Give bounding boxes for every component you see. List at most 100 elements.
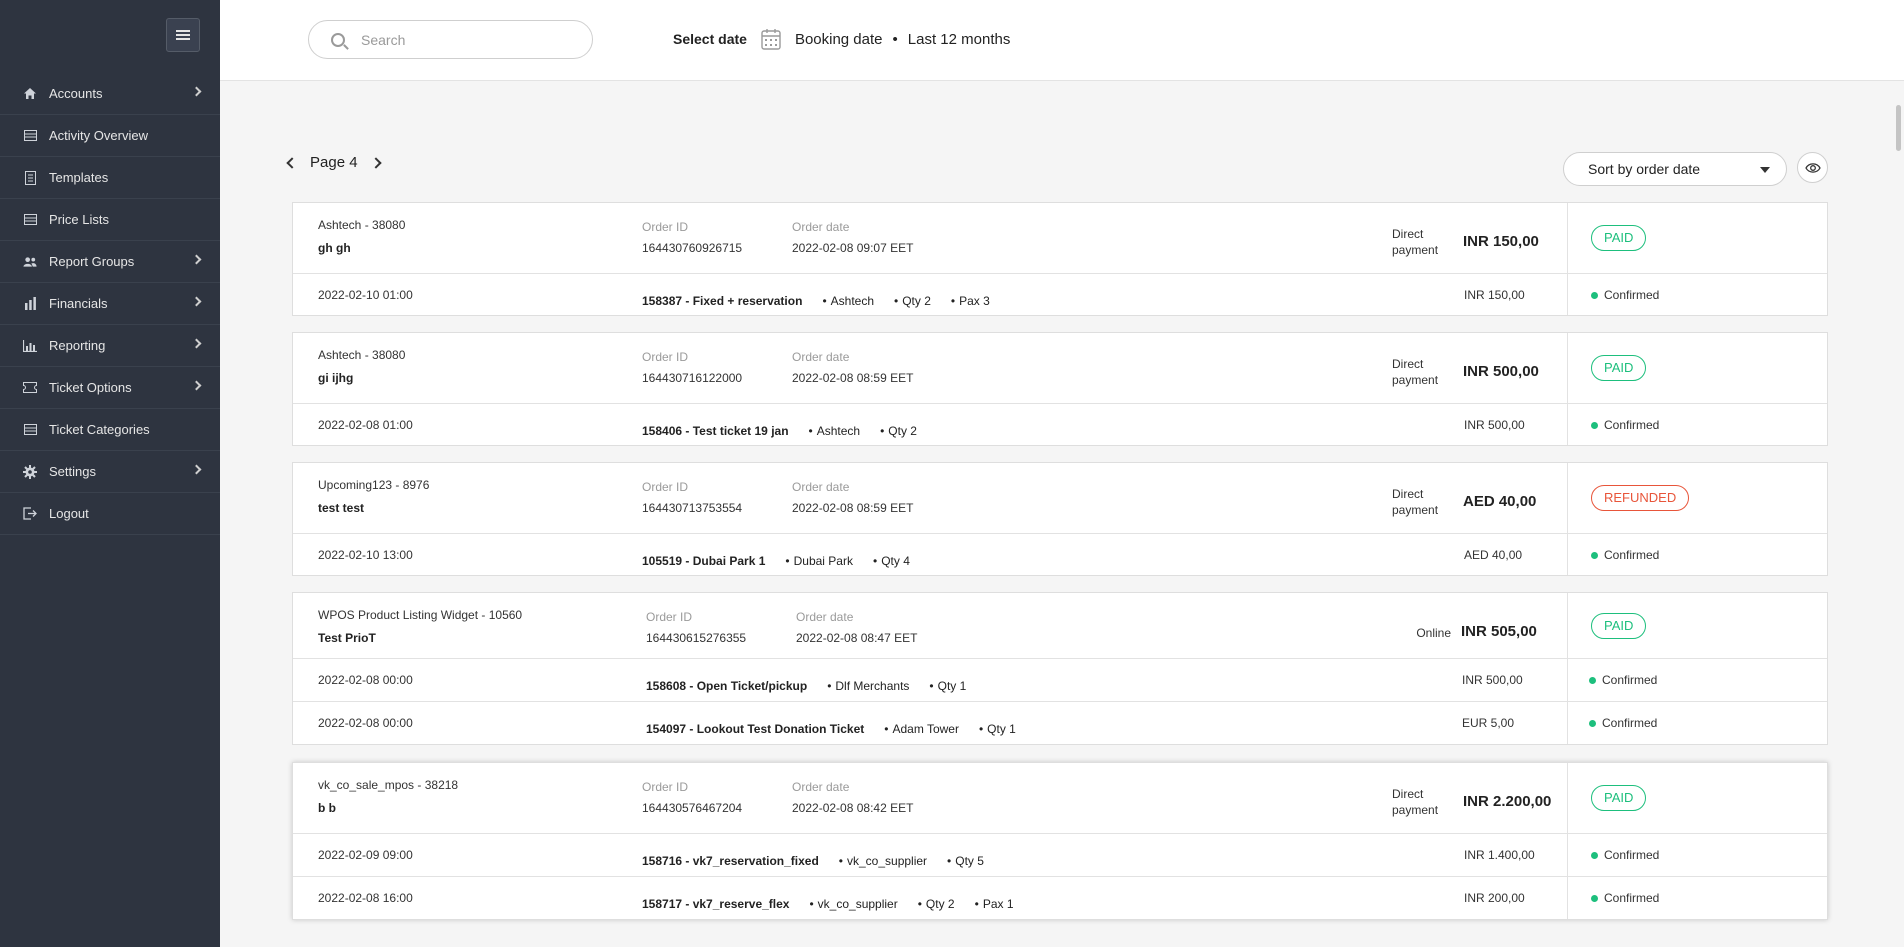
- account-name: Ashtech - 38080: [318, 348, 406, 362]
- order-line: 2022-02-09 09:00 158716 - vk7_reservation…: [293, 833, 1827, 876]
- status-dot: [1591, 421, 1598, 429]
- order-card[interactable]: Upcoming123 - 8976 test test Order ID 16443…: [292, 462, 1828, 576]
- search-input[interactable]: [361, 31, 561, 48]
- order-total: AED 40,00: [1463, 493, 1537, 510]
- order-card[interactable]: WPOS Product Listing Widget - 10560 Test …: [292, 592, 1828, 745]
- line-meta: Qty 1: [979, 722, 1016, 736]
- account-name: vk_co_sale_mpos - 38218: [318, 778, 459, 792]
- column-divider: [1567, 659, 1568, 701]
- product-name: 154097 - Lookout Test Donation Ticket: [646, 722, 865, 736]
- order-card[interactable]: vk_co_sale_mpos - 38218 b b Order ID 164430…: [292, 762, 1828, 920]
- line-product: 105519 - Dubai Park 1 Dubai Park Qty 4: [642, 554, 910, 568]
- sidebar-item-label: Ticket Options: [49, 380, 132, 395]
- line-product: 158717 - vk7_reserve_flex vk_co_supplier Q…: [642, 897, 1014, 911]
- chevron-right-icon: [191, 464, 202, 475]
- order-id: 164430760926715: [642, 241, 743, 255]
- status-label: Confirmed: [1604, 288, 1660, 302]
- sidebar-item-label: Ticket Categories: [49, 422, 150, 437]
- status-badge: PAID: [1591, 613, 1647, 639]
- search-icon: [331, 32, 345, 47]
- status-dot: [1591, 894, 1598, 902]
- topbar: Select date Booking date • Last 12 month…: [220, 0, 1904, 81]
- column-divider: [1567, 877, 1568, 919]
- eye-icon: [1804, 162, 1821, 173]
- column-divider: [1567, 593, 1568, 658]
- chevron-right-icon: [191, 254, 202, 265]
- order-date: 2022-02-08 08:42 EET: [792, 801, 914, 815]
- status-label: Confirmed: [1602, 673, 1658, 687]
- order-header: Ashtech - 38080 gi ijhg Order ID 1644307161…: [293, 333, 1827, 403]
- order-line: 2022-02-10 01:00 158387 - Fixed + reserva…: [293, 273, 1827, 315]
- sidebar-item-templates[interactable]: Templates: [0, 157, 220, 199]
- line-meta: Ashtech: [822, 294, 874, 308]
- status-label: Confirmed: [1604, 418, 1660, 432]
- line-amount: AED 40,00: [1464, 548, 1523, 562]
- sidebar-item-settings[interactable]: Settings: [0, 451, 220, 493]
- order-id: 164430615276355: [646, 631, 747, 645]
- order-card[interactable]: Ashtech - 38080 gh gh Order ID 164430760926…: [292, 202, 1828, 316]
- sidebar-item-reporting[interactable]: Reporting: [0, 325, 220, 367]
- hamburger-icon: [176, 30, 190, 40]
- sidebar-nav: Accounts Activity Overview Templates Price …: [0, 73, 220, 535]
- sidebar-item-label: Price Lists: [49, 212, 109, 227]
- order-card[interactable]: Ashtech - 38080 gi ijhg Order ID 1644307161…: [292, 332, 1828, 446]
- pagination: Page 4: [286, 154, 382, 171]
- line-product: 158716 - vk7_reservation_fixed vk_co_supp…: [642, 854, 984, 868]
- sidebar-item-price-lists[interactable]: Price Lists: [0, 199, 220, 241]
- sidebar-item-financials[interactable]: Financials: [0, 283, 220, 325]
- order-date-label: Order date: [796, 610, 854, 624]
- status-label: Confirmed: [1604, 548, 1660, 562]
- payment-method: Direct payment: [1392, 357, 1439, 387]
- sidebar-item-ticket-categories[interactable]: Ticket Categories: [0, 409, 220, 451]
- line-status: Confirmed: [1591, 848, 1659, 862]
- chevron-right-icon: [191, 338, 202, 349]
- order-id: 164430716122000: [642, 371, 743, 385]
- column-divider: [1567, 463, 1568, 533]
- line-status: Confirmed: [1591, 548, 1659, 562]
- sidebar-item-ticket-options[interactable]: Ticket Options: [0, 367, 220, 409]
- order-total: INR 150,00: [1463, 233, 1539, 250]
- search-box[interactable]: [308, 20, 593, 59]
- line-status: Confirmed: [1591, 891, 1659, 905]
- home-icon: [23, 87, 37, 101]
- sidebar-item-accounts[interactable]: Accounts: [0, 73, 220, 115]
- customer-name: gh gh: [318, 241, 351, 255]
- line-date: 2022-02-10 01:00: [318, 288, 413, 302]
- line-meta: Qty 5: [947, 854, 984, 868]
- line-date: 2022-02-09 09:00: [318, 848, 413, 862]
- order-line: 2022-02-08 00:00 154097 - Lookout Test Do…: [293, 701, 1827, 744]
- sidebar-item-activity-overview[interactable]: Activity Overview: [0, 115, 220, 157]
- next-page-icon[interactable]: [369, 156, 382, 169]
- scrollbar-thumb[interactable]: [1896, 105, 1901, 151]
- status-dot: [1591, 551, 1598, 559]
- order-header: WPOS Product Listing Widget - 10560 Test …: [293, 593, 1827, 658]
- sidebar-item-report-groups[interactable]: Report Groups: [0, 241, 220, 283]
- line-product: 158387 - Fixed + reservation Ashtech Qty 2…: [642, 294, 990, 308]
- order-id: 164430713753554: [642, 501, 743, 515]
- status-dot: [1591, 851, 1598, 859]
- date-selector[interactable]: Select date Booking date • Last 12 month…: [673, 28, 1010, 50]
- product-name: 158608 - Open Ticket/pickup: [646, 679, 808, 693]
- customer-name: test test: [318, 501, 365, 515]
- payment-method: Online: [1416, 626, 1451, 640]
- view-toggle-button[interactable]: [1797, 152, 1828, 183]
- order-date: 2022-02-08 09:07 EET: [792, 241, 914, 255]
- product-name: 158716 - vk7_reservation_fixed: [642, 854, 819, 868]
- line-meta: Pax 1: [975, 897, 1014, 911]
- line-amount: INR 500,00: [1464, 418, 1525, 432]
- order-date-label: Order date: [792, 480, 850, 494]
- sort-dropdown[interactable]: Sort by order date: [1563, 152, 1787, 186]
- sidebar-item-label: Accounts: [49, 86, 103, 101]
- date-separator: •: [892, 30, 898, 48]
- status-badge: PAID: [1591, 355, 1647, 381]
- menu-toggle-button[interactable]: [166, 18, 200, 52]
- sidebar-item-logout[interactable]: Logout: [0, 493, 220, 535]
- order-total: INR 505,00: [1461, 623, 1537, 640]
- line-meta: Qty 4: [873, 554, 910, 568]
- line-product: 154097 - Lookout Test Donation Ticket Ada…: [646, 722, 1016, 736]
- prev-page-icon[interactable]: [286, 156, 298, 169]
- list-icon: [23, 423, 37, 437]
- payment-method: Direct payment: [1392, 487, 1439, 517]
- line-status: Confirmed: [1591, 288, 1659, 302]
- account-name: WPOS Product Listing Widget - 10560: [318, 608, 523, 622]
